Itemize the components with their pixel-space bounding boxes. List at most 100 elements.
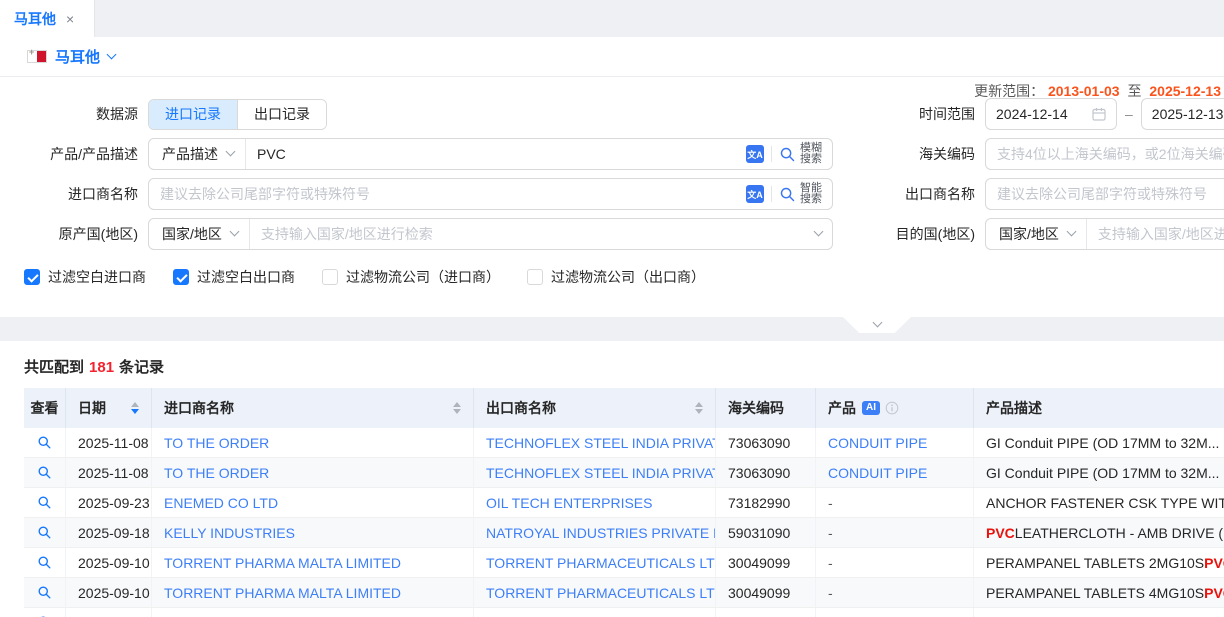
view-record-button[interactable]	[24, 578, 66, 607]
sort-control[interactable]	[445, 402, 461, 414]
view-record-button[interactable]	[24, 458, 66, 487]
filter-checkbox-1[interactable]: 过滤空白进口商	[24, 267, 146, 287]
column-label: 查看	[31, 398, 59, 418]
sort-control[interactable]	[687, 402, 703, 414]
filter-checkbox-3[interactable]: 过滤物流公司（进口商）	[322, 267, 500, 287]
fuzzy-search-button[interactable]: 模糊搜索	[779, 143, 822, 166]
country-chevron-down-icon[interactable]	[107, 49, 117, 59]
product-link[interactable]: CONDUIT PIPE	[828, 435, 927, 451]
chevron-down-icon[interactable]	[814, 227, 824, 237]
origin-select-value: 国家/地区	[162, 224, 222, 244]
column-header-view: 查看	[24, 388, 66, 428]
filter-checkbox-row: 过滤空白进口商 过滤空白出口商 过滤物流公司（进口商） 过滤物流公司（出口商）	[24, 267, 1224, 287]
importer-link[interactable]: TO THE ORDER	[164, 465, 269, 481]
importer-name-input[interactable]: 建议去除公司尾部字符或特殊符号 文A 智能搜索	[148, 178, 833, 210]
product-link[interactable]: CONDUIT PIPE	[828, 465, 927, 481]
view-record-button[interactable]	[24, 518, 66, 547]
tab-close-icon[interactable]: ×	[66, 11, 74, 27]
tab-import-records[interactable]: 进口记录	[149, 100, 237, 129]
tab-malta[interactable]: 马耳他 ×	[0, 0, 95, 37]
tab-export-records[interactable]: 出口记录	[237, 100, 326, 129]
exporter-link[interactable]: TORRENT PHARMACEUTICALS LTD	[486, 585, 716, 601]
keyword-highlight: PVC	[1204, 585, 1224, 601]
origin-country-select[interactable]: 国家/地区	[149, 219, 250, 249]
cell-date: 2025-11-08	[66, 428, 152, 457]
column-label: 产品	[828, 398, 856, 418]
exporter-link[interactable]: TECHNOFLEX STEEL INDIA PRIVATE LIMITED	[486, 435, 716, 451]
info-icon[interactable]	[885, 401, 899, 415]
checkbox-checked-icon[interactable]	[24, 269, 40, 285]
smart-search-line2: 搜索	[800, 193, 822, 205]
product-type-select[interactable]: 产品描述	[149, 139, 246, 169]
destination-select-value: 国家/地区	[999, 224, 1059, 244]
hs-code-label: 海关编码	[833, 144, 985, 164]
exporter-link[interactable]: TORRENT PHARMACEUTICALS LTD	[486, 555, 716, 571]
checkbox-checked-icon[interactable]	[173, 269, 189, 285]
cell-product: CONDUIT PIPE	[816, 458, 974, 487]
form-row-origin: 原产国(地区) 国家/地区 支持输入国家/地区进行检索 目的国(地区) 国家/地…	[0, 218, 1224, 250]
importer-link[interactable]: KELLY INDUSTRIES	[164, 525, 295, 541]
importer-link[interactable]: TORRENT PHARMA MALTA LIMITED	[164, 585, 401, 601]
column-header-exporter[interactable]: 出口商名称	[474, 388, 716, 428]
column-header-product: 产品AI	[816, 388, 974, 428]
view-record-button[interactable]	[24, 428, 66, 457]
chevron-down-icon	[229, 227, 239, 237]
country-name: 马耳他	[55, 46, 100, 67]
end-date-input[interactable]: 2025-12-13	[1141, 98, 1224, 130]
cell-date: 2025-11-08	[66, 458, 152, 487]
translate-icon[interactable]: 文A	[746, 145, 764, 163]
exporter-link[interactable]: NATROYAL INDUSTRIES PRIVATE LIMITED	[486, 525, 716, 541]
importer-link[interactable]: ENEMED CO LTD	[164, 495, 278, 511]
smart-search-button[interactable]: 智能搜索	[779, 183, 822, 206]
results-count: 181	[89, 359, 114, 376]
origin-country-input[interactable]: 支持输入国家/地区进行检索	[250, 224, 805, 244]
sort-caret-up-icon[interactable]	[695, 402, 703, 407]
checkbox-unchecked-icon[interactable]	[322, 269, 338, 285]
smart-search-line1: 智能	[800, 182, 822, 194]
sort-caret-down-icon[interactable]	[453, 409, 461, 414]
column-header-importer[interactable]: 进口商名称	[152, 388, 474, 428]
records-table: 查看日期进口商名称出口商名称海关编码产品AI产品描述 2025-11-08TO …	[24, 388, 1224, 617]
checkbox-unchecked-icon[interactable]	[527, 269, 543, 285]
start-date-input[interactable]: 2024-12-14	[985, 98, 1117, 130]
cell-date: 2025-09-10	[66, 548, 152, 577]
keyword-highlight: PVC	[1204, 555, 1224, 571]
column-header-date[interactable]: 日期	[66, 388, 152, 428]
cell-exporter: OIL TECH ENTERPRISES	[474, 488, 716, 517]
sort-caret-up-icon[interactable]	[453, 402, 461, 407]
importer-link[interactable]: TORRENT PHARMA MALTA LIMITED	[164, 555, 401, 571]
exporter-link[interactable]: TECHNOFLEX STEEL INDIA PRIVATE LIMITED	[486, 465, 716, 481]
view-record-button[interactable]	[24, 548, 66, 577]
view-record-button[interactable]	[24, 488, 66, 517]
form-row-datasource: 数据源 进口记录 出口记录 时间范围 2024-12-14 – 2025-12-…	[0, 98, 1224, 130]
exporter-name-input[interactable]: 建议去除公司尾部字符或特殊符号	[985, 178, 1224, 210]
checkbox-label: 过滤物流公司（出口商）	[551, 267, 705, 287]
filter-checkbox-4[interactable]: 过滤物流公司（出口商）	[527, 267, 705, 287]
sort-caret-up-icon[interactable]	[131, 402, 139, 407]
destination-country-input[interactable]: 支持输入国家/地区进行检索	[1087, 224, 1224, 244]
cell-exporter: TORRENT PHARMACEUTICALS LTD	[474, 578, 716, 607]
view-record-button[interactable]	[24, 608, 66, 617]
product-empty: -	[828, 585, 833, 601]
importer-link[interactable]: TO THE ORDER	[164, 435, 269, 451]
cell-product: -	[816, 578, 974, 607]
tab-bar: 马耳他 ×	[0, 0, 1224, 37]
sort-control[interactable]	[123, 402, 139, 414]
cell-date: 2025-09-18	[66, 518, 152, 547]
hs-code-placeholder: 支持4位以上海关编码，或2位海关编码加上	[986, 144, 1224, 164]
search-record-icon	[37, 555, 52, 570]
cell-exporter: TORRENT PHARMACEUTICALS LTD	[474, 608, 716, 617]
translate-icon[interactable]: 文A	[746, 185, 764, 203]
cell-importer: TO THE ORDER	[152, 458, 474, 487]
collapse-panel-button[interactable]	[843, 317, 911, 333]
hs-code-input[interactable]: 支持4位以上海关编码，或2位海关编码加上	[985, 138, 1224, 170]
sort-caret-down-icon[interactable]	[695, 409, 703, 414]
chevron-down-icon	[226, 147, 236, 157]
cell-description: PERAMPANEL TABLETS 2MG10S PVC...	[974, 548, 1224, 577]
filter-checkbox-2[interactable]: 过滤空白出口商	[173, 267, 295, 287]
destination-country-select[interactable]: 国家/地区	[986, 219, 1087, 249]
product-search-input[interactable]: PVC	[246, 146, 736, 162]
cell-importer: TORRENT PHARMA MALTA LIMITED	[152, 608, 474, 617]
sort-caret-down-icon[interactable]	[131, 409, 139, 414]
exporter-link[interactable]: OIL TECH ENTERPRISES	[486, 495, 652, 511]
